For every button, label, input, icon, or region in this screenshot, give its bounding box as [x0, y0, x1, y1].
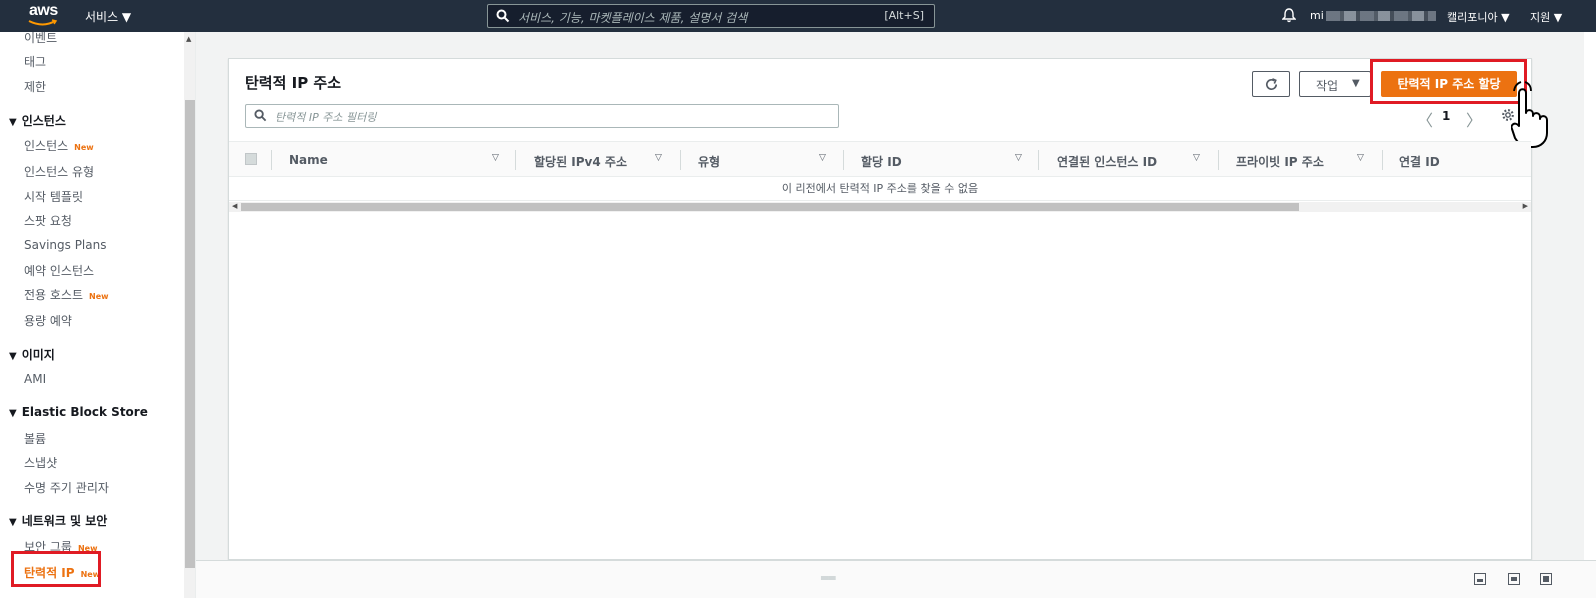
services-menu[interactable]: 서비스 ▼: [85, 8, 131, 25]
column-header-type[interactable]: 유형: [698, 153, 720, 170]
actions-dropdown-button[interactable]: 작업 ▼: [1299, 71, 1371, 97]
search-placeholder: 서비스, 기능, 마켓플레이스 제품, 설명서 검색: [518, 11, 748, 25]
sidebar-item-snapshots[interactable]: 스냅샷: [24, 454, 57, 471]
sidebar-section-network-security[interactable]: ▼ 네트워크 및 보안: [9, 512, 107, 529]
redacted-account-block: [1325, 11, 1436, 21]
empty-table-message: 이 리전에서 탄력적 IP 주소를 찾을 수 없음: [229, 177, 1531, 201]
sidebar-item-savings-plans[interactable]: Savings Plans: [24, 238, 106, 252]
pagination-prev-button[interactable]: 〈: [1417, 107, 1433, 131]
new-badge: New: [89, 292, 109, 301]
sidebar-item-instance-types[interactable]: 인스턴스 유형: [24, 163, 94, 180]
sort-icon[interactable]: ▽: [1015, 153, 1022, 163]
table-horizontal-scrollbar[interactable]: ◀ ▶: [229, 202, 1531, 212]
account-menu[interactable]: mi: [1310, 9, 1436, 22]
bottom-split-panel-bar: ══: [196, 560, 1596, 598]
pagination-next-button[interactable]: 〉: [1466, 107, 1482, 131]
search-shortcut: [Alt+S]: [884, 9, 924, 22]
collapse-triangle-icon: ▼: [9, 351, 17, 362]
top-navigation: aws 서비스 ▼ 서비스, 기능, 마켓플레이스 제품, 설명서 검색 [Al…: [0, 0, 1596, 32]
column-header-association-id[interactable]: 연결 ID: [1399, 153, 1440, 170]
sidebar-scrollbar-thumb[interactable]: [185, 100, 195, 568]
sidebar-item-volumes[interactable]: 볼륨: [24, 430, 46, 447]
layout-full-panel-icon[interactable]: [1540, 573, 1552, 585]
sidebar-section-ebs[interactable]: ▼ Elastic Block Store: [9, 405, 148, 419]
select-all-checkbox[interactable]: [245, 153, 257, 165]
refresh-button[interactable]: [1252, 71, 1290, 97]
table-header: Name ▽ 할당된 IPv4 주소 ▽ 유형 ▽ 할당 ID ▽ 연결된 인스…: [229, 141, 1531, 177]
elastic-ip-panel: 탄력적 IP 주소 탄력적 IP 주소 필터링 작업 ▼ 탄력적 IP 주소 할…: [228, 58, 1548, 560]
sort-icon[interactable]: ▽: [492, 153, 499, 163]
column-header-name[interactable]: Name: [289, 153, 328, 167]
main-scrollbar[interactable]: [1584, 32, 1596, 560]
column-divider: [680, 150, 681, 170]
sidebar-item-launch-templates[interactable]: 시작 템플릿: [24, 188, 83, 205]
search-icon: [496, 9, 510, 23]
sidebar-item-capacity-reservations[interactable]: 용량 예약: [24, 312, 72, 329]
column-divider: [1382, 150, 1383, 170]
sidebar-item-ami[interactable]: AMI: [24, 372, 46, 386]
sidebar: 이벤트 태그 제한 ▼ 인스턴스 인스턴스 New 인스턴스 유형 시작 템플릿 스…: [0, 32, 196, 598]
scroll-left-arrow-icon[interactable]: ◀: [232, 202, 237, 210]
search-icon: [254, 109, 267, 122]
column-header-allocated-ipv4[interactable]: 할당된 IPv4 주소: [534, 153, 627, 170]
column-divider: [515, 150, 516, 170]
sidebar-item-dedicated-hosts[interactable]: 전용 호스트 New: [24, 286, 109, 303]
new-badge: New: [74, 143, 94, 152]
actions-label: 작업: [1316, 79, 1339, 93]
column-header-private-ip[interactable]: 프라이빗 IP 주소: [1236, 153, 1324, 170]
layout-bottom-panel-icon[interactable]: [1474, 573, 1486, 585]
collapse-triangle-icon: ▼: [9, 517, 17, 528]
collapse-triangle-icon: ▼: [9, 408, 17, 419]
refresh-icon: [1265, 78, 1278, 91]
sidebar-item-tags[interactable]: 태그: [24, 53, 46, 70]
sidebar-item-events[interactable]: 이벤트: [24, 32, 57, 46]
column-divider: [843, 150, 844, 170]
sort-icon[interactable]: ▽: [655, 153, 662, 163]
sidebar-item-lifecycle-manager[interactable]: 수명 주기 관리자: [24, 479, 109, 496]
scroll-right-arrow-icon[interactable]: ▶: [1523, 202, 1528, 210]
global-search-input[interactable]: 서비스, 기능, 마켓플레이스 제품, 설명서 검색 [Alt+S]: [487, 4, 935, 28]
sidebar-section-images[interactable]: ▼ 이미지: [9, 346, 55, 363]
allocate-elastic-ip-button[interactable]: 탄력적 IP 주소 할당: [1381, 71, 1517, 97]
split-panel-drag-handle[interactable]: ══: [821, 571, 835, 585]
filter-input[interactable]: 탄력적 IP 주소 필터링: [245, 104, 839, 128]
sidebar-item-limits[interactable]: 제한: [24, 78, 46, 95]
layout-split-panel-icon[interactable]: [1508, 573, 1520, 585]
scroll-up-arrow-icon[interactable]: ▲: [186, 35, 191, 43]
bell-icon[interactable]: [1282, 8, 1296, 23]
sidebar-section-instances[interactable]: ▼ 인스턴스: [9, 112, 66, 129]
sidebar-item-reserved-instances[interactable]: 예약 인스턴스: [24, 262, 94, 279]
aws-smile-icon: [28, 19, 58, 26]
highlight-box: [11, 551, 101, 587]
column-divider: [271, 150, 272, 170]
aws-logo[interactable]: aws: [26, 2, 62, 29]
aws-logo-text: aws: [29, 2, 58, 19]
sort-icon[interactable]: ▽: [1193, 153, 1200, 163]
column-divider: [1218, 150, 1219, 170]
pagination-page-number[interactable]: 1: [1442, 109, 1450, 123]
filter-placeholder: 탄력적 IP 주소 필터링: [275, 111, 377, 124]
column-header-instance-id[interactable]: 연결된 인스턴스 ID: [1057, 153, 1157, 170]
sort-icon[interactable]: ▽: [1357, 153, 1364, 163]
sidebar-item-spot-requests[interactable]: 스팟 요청: [24, 212, 72, 229]
sidebar-scrollbar[interactable]: ▲: [184, 32, 195, 598]
table-scrollbar-thumb[interactable]: [241, 203, 1299, 211]
collapse-triangle-icon: ▼: [9, 117, 17, 128]
support-menu[interactable]: 지원 ▼: [1530, 9, 1562, 25]
region-selector[interactable]: 캘리포니아 ▼: [1447, 9, 1510, 25]
column-header-allocation-id[interactable]: 할당 ID: [861, 153, 902, 170]
page-title: 탄력적 IP 주소: [245, 74, 342, 92]
caret-down-icon: ▼: [1352, 78, 1360, 89]
column-divider: [1038, 150, 1039, 170]
account-name: mi: [1310, 9, 1324, 22]
sidebar-item-instances[interactable]: 인스턴스 New: [24, 137, 94, 154]
sort-icon[interactable]: ▽: [819, 153, 826, 163]
